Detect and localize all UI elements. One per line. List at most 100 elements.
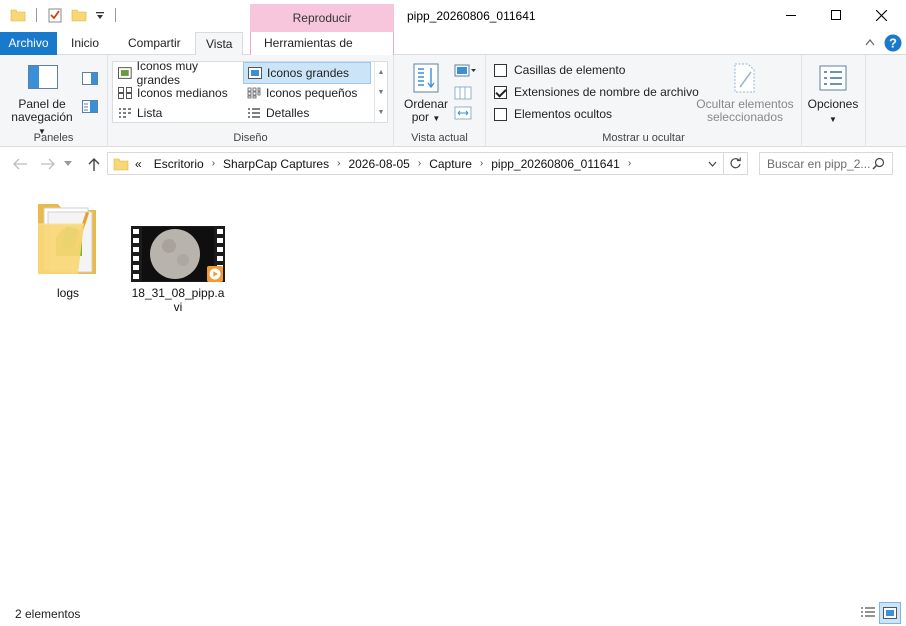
- hidden-items-box[interactable]: [494, 107, 507, 121]
- layout-medium-icons[interactable]: Iconos medianos: [114, 83, 242, 103]
- search-icon[interactable]: [872, 157, 885, 170]
- layout-small-icons[interactable]: Iconos pequeños: [243, 83, 371, 103]
- add-columns-icon[interactable]: [454, 86, 472, 100]
- breadcrumb-item[interactable]: Capture: [423, 157, 478, 171]
- nav-pane-label-2: navegación: [11, 110, 73, 124]
- address-bar[interactable]: « Escritorio › SharpCap Captures › 2026-…: [107, 152, 748, 175]
- maximize-icon: [831, 10, 841, 20]
- options-icon: [819, 65, 847, 91]
- group-by-icon[interactable]: [454, 64, 476, 78]
- dropdown-icon[interactable]: [95, 10, 105, 20]
- details-pane-icon[interactable]: [82, 100, 98, 113]
- size-columns-icon[interactable]: [454, 106, 472, 120]
- layout-extra-large-icons[interactable]: Iconos muy grandes: [114, 59, 242, 87]
- recent-locations-icon[interactable]: [64, 161, 72, 167]
- layout-gallery-scroller[interactable]: ▲ ▼ ▼: [374, 62, 387, 122]
- tab-home[interactable]: Inicio: [61, 32, 109, 55]
- back-arrow-icon[interactable]: [12, 158, 28, 170]
- chevron-right-icon[interactable]: ›: [626, 158, 633, 169]
- group-label-panes: Paneles: [33, 132, 74, 144]
- help-icon[interactable]: ?: [884, 34, 902, 52]
- scroll-down-icon[interactable]: ▼: [378, 89, 385, 96]
- file-extensions-box[interactable]: [494, 85, 507, 99]
- layout-large-label: Iconos grandes: [267, 66, 350, 80]
- video-file-icon: [131, 226, 225, 282]
- breadcrumb-item[interactable]: Escritorio: [148, 157, 210, 171]
- up-arrow-icon[interactable]: [88, 157, 100, 171]
- minimize-button[interactable]: [768, 0, 814, 30]
- breadcrumb-overflow[interactable]: «: [129, 157, 148, 171]
- extra-large-icons-icon: [118, 67, 132, 79]
- item-checkboxes-toggle[interactable]: Casillas de elemento: [494, 63, 625, 77]
- window-title: pipp_20260806_011641: [407, 9, 536, 23]
- tab-file[interactable]: Archivo: [0, 32, 57, 55]
- gallery-expand-icon[interactable]: ▼: [378, 109, 385, 116]
- group-options: Opciones ▼: [802, 55, 866, 147]
- layout-details[interactable]: Detalles: [243, 103, 371, 123]
- large-icons-view-button[interactable]: [879, 602, 901, 624]
- refresh-icon[interactable]: [729, 157, 742, 170]
- chevron-right-icon[interactable]: ›: [335, 158, 342, 169]
- address-dropdown-icon[interactable]: [708, 161, 717, 167]
- details-view-icon[interactable]: [860, 606, 876, 620]
- file-name: 18_31_08_pipp.avi: [131, 286, 225, 314]
- large-icons-icon: [248, 67, 262, 79]
- properties-icon[interactable]: [47, 7, 63, 23]
- tab-share[interactable]: Compartir: [118, 32, 191, 55]
- folder-icon[interactable]: [10, 8, 26, 22]
- layout-details-label: Detalles: [266, 106, 310, 120]
- layout-large-icons[interactable]: Iconos grandes: [243, 62, 371, 84]
- nav-pane-button[interactable]: Panel de navegación ▼: [6, 61, 74, 136]
- options-label: Opciones: [807, 97, 859, 111]
- hide-selected-label-2: seleccionados: [706, 110, 784, 124]
- chevron-right-icon[interactable]: ›: [416, 158, 423, 169]
- hide-selected-icon: [734, 63, 755, 93]
- breadcrumb-item[interactable]: 2026-08-05: [342, 157, 415, 171]
- minimize-icon: [786, 15, 796, 16]
- hide-selected-button[interactable]: Ocultar elementos seleccionados: [692, 61, 798, 127]
- item-checkboxes-box[interactable]: [494, 63, 507, 77]
- details-icon: [248, 108, 260, 118]
- large-icons-view-icon: [883, 607, 897, 619]
- collapse-ribbon-icon[interactable]: [865, 38, 875, 46]
- quick-access-toolbar: [10, 7, 118, 23]
- nav-pane-icon: [28, 65, 58, 89]
- title-bar: Reproducir pipp_20260806_011641: [0, 0, 906, 32]
- group-panes: Panel de navegación ▼ Paneles: [0, 55, 108, 147]
- options-button[interactable]: Opciones ▼: [804, 61, 862, 127]
- close-button[interactable]: [858, 0, 904, 30]
- item-count: 2 elementos: [15, 607, 81, 621]
- chevron-down-icon: ▼: [432, 114, 441, 123]
- maximize-button[interactable]: [813, 0, 859, 30]
- sort-label-2: por: [411, 110, 430, 124]
- folder-icon: [113, 158, 129, 170]
- file-extensions-label: Extensiones de nombre de archivo: [514, 85, 699, 99]
- group-label-layout: Diseño: [233, 132, 268, 144]
- layout-medium-label: Iconos medianos: [137, 86, 228, 100]
- layout-list[interactable]: Lista: [114, 103, 242, 123]
- preview-pane-icon[interactable]: [82, 72, 98, 85]
- group-label-show-hide: Mostrar u ocultar: [602, 132, 685, 144]
- tab-video-tools-container: Herramientas de vídeo: [250, 32, 394, 72]
- ribbon: Panel de navegación ▼ Paneles Diseño Ico…: [0, 55, 906, 147]
- sort-by-button[interactable]: Ordenar por ▼: [402, 61, 450, 127]
- chevron-down-icon: ▼: [829, 115, 837, 124]
- hidden-items-toggle[interactable]: Elementos ocultos: [494, 107, 612, 121]
- breadcrumb-item[interactable]: SharpCap Captures: [217, 157, 335, 171]
- file-item-folder[interactable]: logs: [20, 198, 116, 300]
- scroll-up-icon[interactable]: ▲: [378, 69, 385, 76]
- file-extensions-toggle[interactable]: Extensiones de nombre de archivo: [494, 85, 699, 99]
- layout-gallery: Iconos muy grandes Iconos grandes Iconos…: [112, 59, 388, 123]
- toolbar-separator: [36, 8, 37, 22]
- tab-view[interactable]: Vista: [195, 32, 244, 56]
- new-folder-icon[interactable]: [71, 8, 87, 22]
- medium-icons-icon: [118, 87, 132, 99]
- breadcrumb-item[interactable]: pipp_20260806_011641: [485, 157, 626, 171]
- forward-arrow-icon[interactable]: [40, 158, 56, 170]
- search-input[interactable]: Buscar en pipp_2...: [759, 152, 893, 175]
- context-tab-group-play: Reproducir: [250, 4, 394, 32]
- chevron-right-icon[interactable]: ›: [210, 158, 217, 169]
- tab-video-tools[interactable]: Herramientas de vídeo: [254, 32, 393, 72]
- chevron-right-icon[interactable]: ›: [478, 158, 485, 169]
- file-item-video[interactable]: 18_31_08_pipp.avi: [130, 198, 226, 314]
